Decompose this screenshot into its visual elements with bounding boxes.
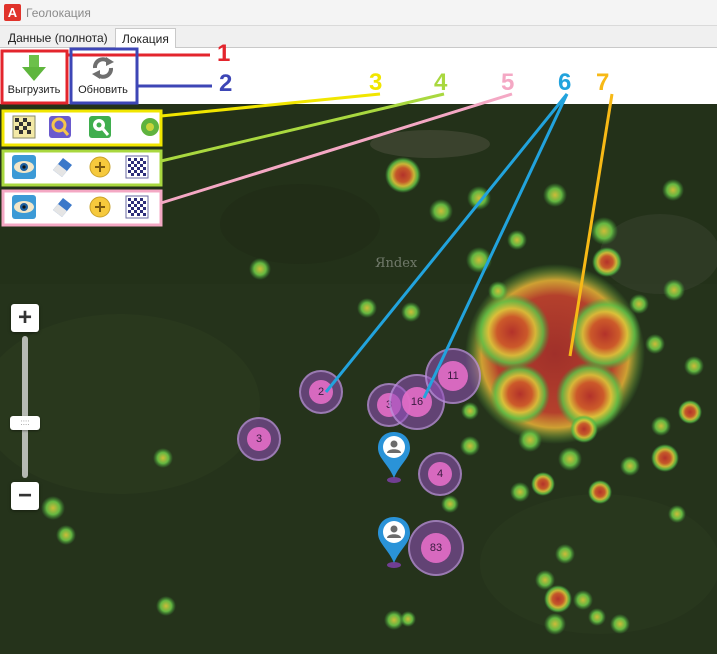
grid-pattern-icon[interactable] (125, 155, 149, 179)
cluster-count: 16 (402, 387, 432, 417)
satellite-heatmap-layer (0, 104, 717, 654)
zoom-in-button[interactable]: + (11, 304, 39, 332)
cluster-count: 83 (421, 533, 451, 563)
window-title: Геолокация (26, 6, 91, 20)
callout-number-7: 7 (596, 69, 610, 96)
eraser-icon[interactable] (50, 195, 74, 219)
add-circle-icon[interactable] (88, 195, 112, 219)
add-circle-icon[interactable] (88, 155, 112, 179)
refresh-icon (92, 57, 114, 79)
cluster-count: 11 (438, 361, 468, 391)
geolocation-window: A Геолокация Данные (полнота) Локация Вы… (0, 0, 717, 654)
app-logo-icon: A (4, 4, 21, 21)
tab-location[interactable]: Локация (115, 28, 176, 49)
callout-number-6: 6 (558, 69, 572, 96)
refresh-button[interactable]: Обновить (70, 52, 136, 102)
callout-number-4: 4 (434, 69, 448, 96)
search-area-icon[interactable] (48, 115, 72, 139)
tab-bar: Данные (полнота) Локация (0, 26, 717, 49)
eraser-icon[interactable] (50, 155, 74, 179)
callout-number-1: 1 (217, 40, 231, 67)
map-cluster[interactable]: 3 (237, 417, 281, 461)
map-cluster[interactable]: 83 (408, 520, 464, 576)
map-cluster[interactable]: 2 (299, 370, 343, 414)
zoom-slider-handle[interactable]: :::: (10, 416, 40, 430)
callout-number-5: 5 (501, 69, 515, 96)
zoom-slider-track[interactable] (22, 336, 28, 478)
map-cluster[interactable]: 11 (425, 348, 481, 404)
eye-icon[interactable] (12, 195, 36, 219)
tab-data-completeness[interactable]: Данные (полнота) (2, 28, 114, 48)
zoom-out-button[interactable]: − (11, 482, 39, 510)
checker-layer-icon[interactable] (12, 115, 36, 139)
cluster-count: 3 (247, 427, 271, 451)
cluster-count: 2 (309, 380, 333, 404)
green-dot-icon (138, 115, 162, 139)
refresh-button-label: Обновить (78, 84, 128, 96)
location-pin-icon[interactable] (88, 115, 112, 139)
export-button[interactable]: Выгрузить (2, 52, 66, 102)
map-cluster[interactable]: 4 (418, 452, 462, 496)
map-view[interactable]: Яndex 2 3 3 16 11 4 83 (0, 104, 717, 654)
cluster-count: 4 (428, 462, 452, 486)
download-arrow-icon (22, 55, 46, 81)
callout-number-3: 3 (369, 69, 383, 96)
title-bar: A Геолокация (0, 0, 717, 26)
cluster-tools-row (2, 190, 162, 224)
grid-pattern-icon[interactable] (125, 195, 149, 219)
map-provider-watermark: Яndex (375, 256, 418, 271)
layer-tools-row (2, 110, 162, 144)
toolbar: Выгрузить Обновить (0, 48, 717, 104)
export-button-label: Выгрузить (7, 84, 61, 96)
eye-icon[interactable] (12, 155, 36, 179)
heatmap-tools-row (2, 150, 162, 184)
callout-number-2: 2 (219, 70, 233, 97)
person-marker-icon[interactable] (376, 430, 412, 484)
person-marker-icon[interactable] (376, 515, 412, 569)
